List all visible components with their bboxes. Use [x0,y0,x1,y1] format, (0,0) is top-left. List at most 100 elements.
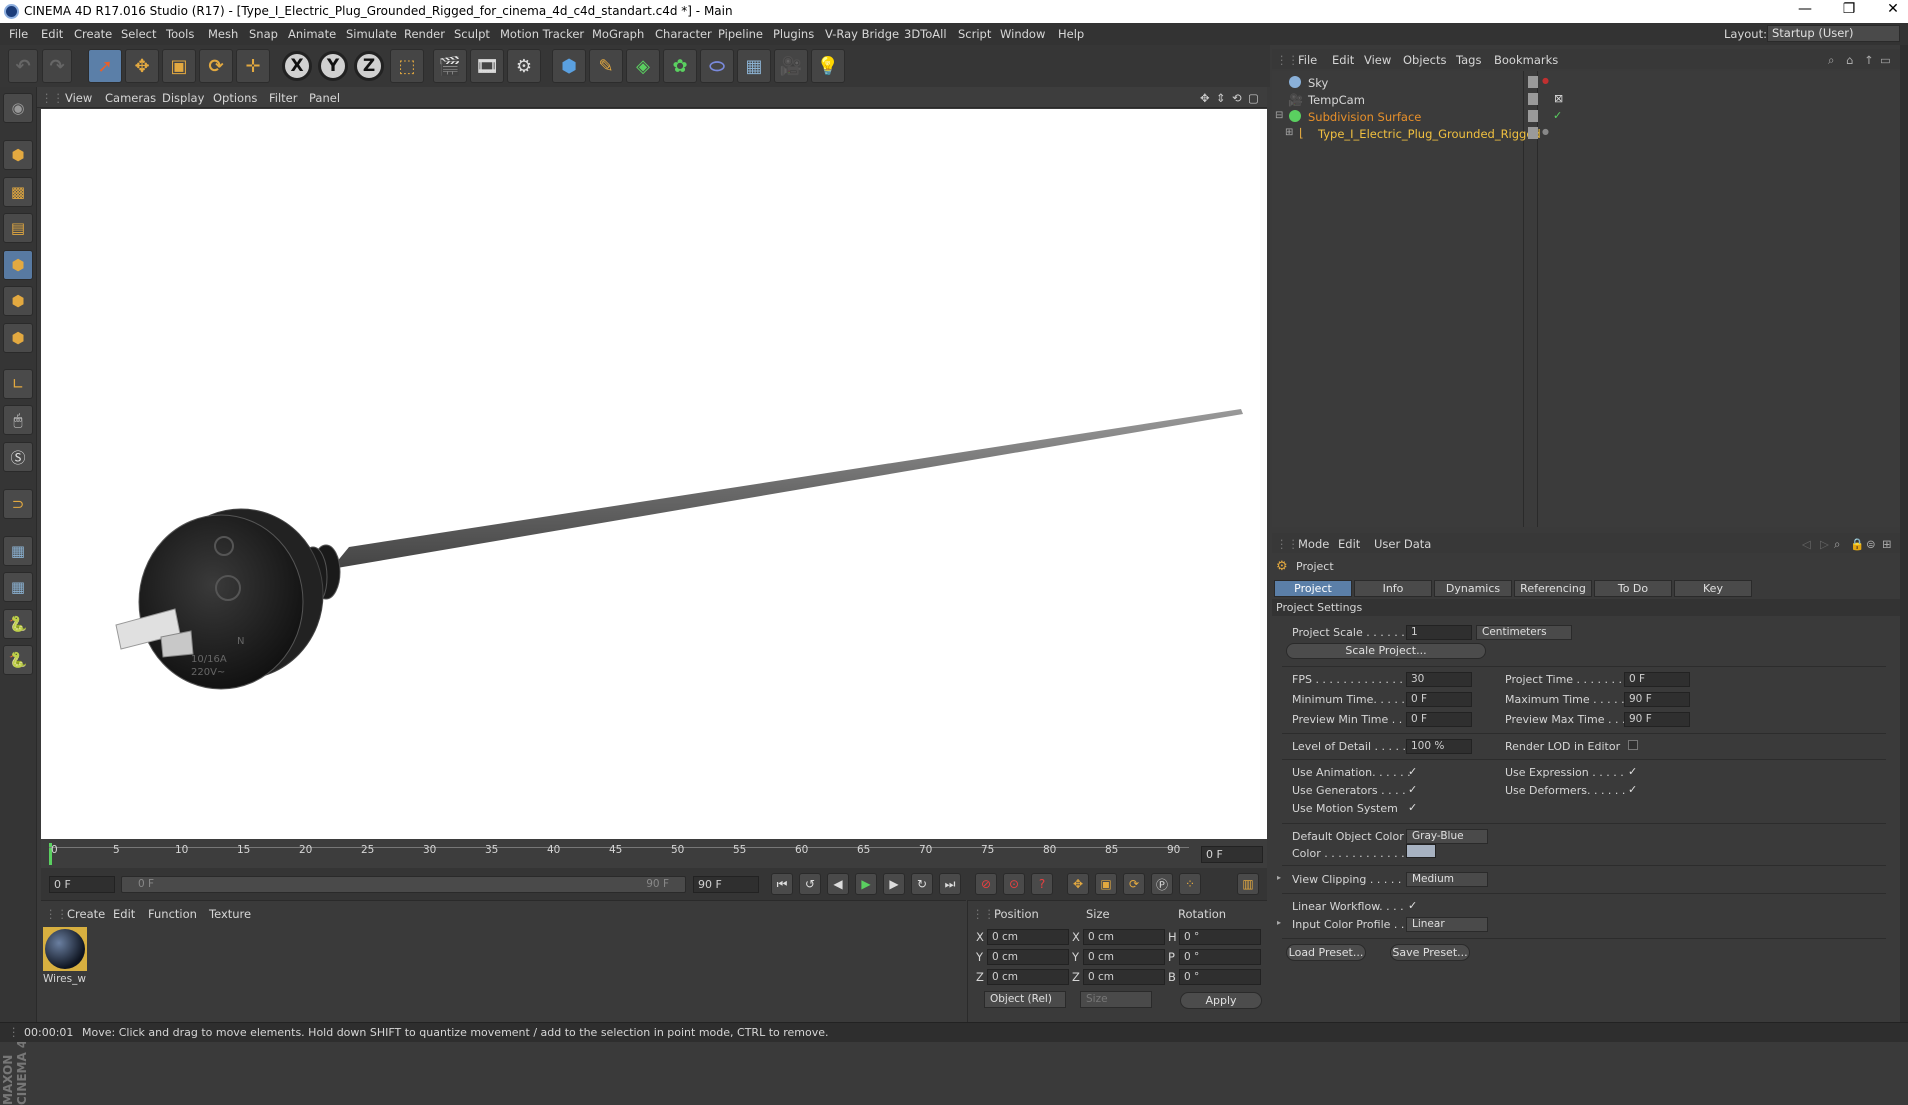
layout-select[interactable]: Startup (User) [1767,25,1900,42]
fps-field[interactable]: 30 [1406,672,1472,687]
menu-animate[interactable]: Animate [288,27,336,41]
default-color-select[interactable]: Gray-Blue [1406,829,1488,844]
menu-mesh[interactable]: Mesh [208,27,238,41]
tab-to-do[interactable]: To Do [1594,580,1672,597]
workplane-mode-icon[interactable]: ▤ [3,213,33,243]
am-menu-mode[interactable]: Mode [1298,537,1329,551]
tab-dynamics[interactable]: Dynamics [1434,580,1512,597]
material-menu-edit[interactable]: Edit [113,907,135,921]
use-generators-checkbox[interactable]: ✓ [1408,784,1419,796]
object-name[interactable]: TempCam [1308,93,1365,107]
object-name[interactable]: Sky [1308,76,1328,90]
timeline-window-icon[interactable]: ▥ [1237,873,1259,895]
menu-create[interactable]: Create [74,27,112,41]
om-menu-bookmarks[interactable]: Bookmarks [1494,53,1558,67]
solo-mode-icon[interactable]: Ⓢ [3,442,33,472]
menu-motion-tracker[interactable]: Motion Tracker [500,27,584,41]
rotate-tool-icon[interactable]: ⟳ [199,49,233,83]
visibility-toggle-icon[interactable] [1528,76,1538,88]
om-menu-file[interactable]: File [1298,53,1317,67]
viewport-menu-display[interactable]: Display [162,91,204,105]
go-to-start-icon[interactable]: ⏮ [771,873,793,895]
menu-vray-bridge[interactable]: V-Ray Bridge [825,27,899,41]
viewport-rotate-icon[interactable]: ⟲ [1232,91,1242,105]
project-scale-field[interactable]: 1 [1406,625,1472,640]
menu-render[interactable]: Render [404,27,445,41]
python-script-icon[interactable]: 🐍 [3,609,33,639]
render-dots-icon[interactable]: ● [1542,127,1549,136]
object-row-plug[interactable]: ⊞ ⌊ Type_I_Electric_Plug_Grounded_Rigged… [1272,124,1900,144]
tab-info[interactable]: Info [1354,580,1432,597]
camera-icon[interactable]: 🎥 [774,49,808,83]
input-color-profile-select[interactable]: Linear [1406,917,1488,932]
max-time-field[interactable]: 90 F [1624,692,1690,707]
tab-key-interpolation[interactable]: Key Interpolation [1674,580,1752,610]
viewport-menu-view[interactable]: View [65,91,92,105]
use-deformers-checkbox[interactable]: ✓ [1628,784,1639,796]
menu-character[interactable]: Character [655,27,712,41]
menu-simulate[interactable]: Simulate [346,27,397,41]
key-pla-icon[interactable]: ⁘ [1179,873,1201,895]
material-menu-create[interactable]: Create [67,907,105,921]
menu-3dtoall[interactable]: 3DToAll [904,27,947,41]
undo-icon[interactable]: ↶ [8,49,38,83]
render-view-icon[interactable]: 🎬 [433,49,467,83]
minimize-button[interactable]: — [1790,1,1820,17]
viewport-zoom-icon[interactable]: ⇕ [1216,91,1226,105]
am-forward-icon[interactable]: ▷ [1820,537,1829,551]
close-button[interactable]: ✕ [1878,1,1908,17]
workplane-lock-icon[interactable]: ▦ [3,536,33,566]
om-new-panel-icon[interactable]: ▭ [1880,53,1891,67]
make-editable-icon[interactable]: ◉ [3,93,33,123]
object-name[interactable]: Subdivision Surface [1308,110,1421,124]
camera-tag-icon[interactable]: ⊠ [1554,92,1563,105]
light-icon[interactable]: 💡 [811,49,845,83]
material-menu-function[interactable]: Function [148,907,197,921]
edges-mode-icon[interactable]: ⬢ [3,286,33,316]
am-search-icon[interactable]: ⌕ [1834,537,1840,552]
object-name[interactable]: Type_I_Electric_Plug_Grounded_Rigged [1318,127,1541,141]
menu-tools[interactable]: Tools [166,27,194,41]
size-y-field[interactable]: 0 cm [1083,949,1165,965]
render-picture-viewer-icon[interactable]: 🎞 [470,49,504,83]
live-selection-icon[interactable]: ✛ [236,49,270,83]
previous-frame-icon[interactable]: ◀ [827,873,849,895]
key-rotation-icon[interactable]: ⟳ [1123,873,1145,895]
menu-snap[interactable]: Snap [249,27,278,41]
render-lod-checkbox[interactable] [1628,740,1638,750]
play-forward-icon[interactable]: ▶ [855,873,877,895]
points-mode-icon[interactable]: ⬢ [3,250,33,280]
min-time-field[interactable]: 0 F [49,876,115,893]
visibility-toggle-icon[interactable] [1528,127,1538,139]
max-time-field[interactable]: 90 F [693,876,759,893]
key-scale-icon[interactable]: ▣ [1095,873,1117,895]
polygons-mode-icon[interactable]: ⬢ [3,323,33,353]
tab-project-settings[interactable]: Project Settings [1274,580,1352,610]
scale-tool-icon[interactable]: ▣ [162,49,196,83]
visibility-toggle-icon[interactable] [1528,110,1538,122]
autokeying-icon[interactable]: ⊙ [1003,873,1025,895]
mograph-cloner-icon[interactable]: ✿ [663,49,697,83]
tab-referencing[interactable]: Referencing [1514,580,1592,597]
scale-project-button[interactable]: Scale Project... [1286,643,1486,659]
input-profile-expand-icon[interactable]: ▸ [1277,918,1281,927]
tweak-mode-icon[interactable]: 🖱 [3,405,33,435]
python-script-2-icon[interactable]: 🐍 [3,645,33,675]
color-swatch[interactable] [1406,844,1436,858]
view-clipping-expand-icon[interactable]: ▸ [1277,873,1281,882]
redo-icon[interactable]: ↷ [42,49,72,83]
visibility-toggle-icon[interactable] [1528,93,1538,105]
3d-viewport[interactable]: 10/16A 220V~ N [41,109,1267,839]
expand-toggle-icon[interactable]: ⊞ [1285,127,1293,138]
use-motion-system-checkbox[interactable]: ✓ [1408,802,1419,814]
linear-workflow-checkbox[interactable]: ✓ [1408,900,1419,912]
render-settings-icon[interactable]: ⚙ [507,49,541,83]
next-frame-icon[interactable]: ▶ [883,873,905,895]
model-mode-icon[interactable]: ⬢ [3,140,33,170]
min-time-field[interactable]: 0 F [1406,692,1472,707]
am-new-panel-icon[interactable]: ⊞ [1882,537,1892,551]
key-position-icon[interactable]: ✥ [1067,873,1089,895]
move-tool-icon[interactable]: ✥ [125,49,159,83]
pos-y-field[interactable]: 0 cm [987,949,1069,965]
menu-window[interactable]: Window [1000,27,1045,41]
